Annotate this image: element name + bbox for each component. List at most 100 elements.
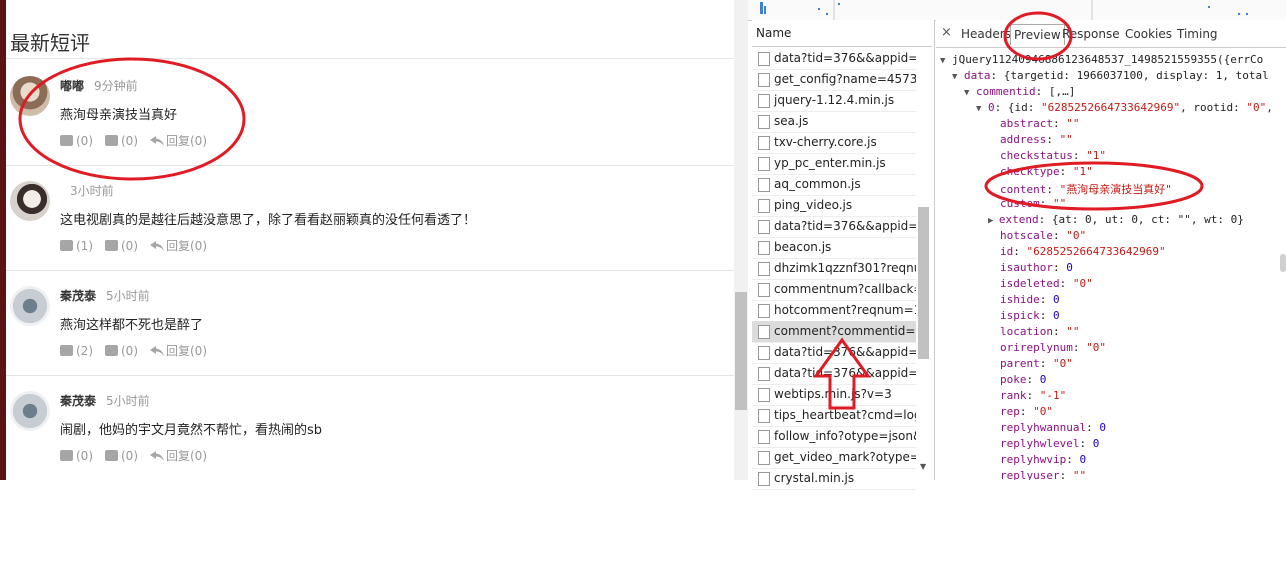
file-icon [758,220,770,234]
tree-field[interactable]: checkstatus: "1" [1000,149,1106,162]
tab-preview[interactable]: Preview [1010,24,1065,45]
request-list-scrollbar-thumb[interactable] [918,207,929,359]
request-row[interactable]: sea.js [752,111,916,133]
network-overview-timeline[interactable] [748,0,1286,21]
collapse-triangle-icon[interactable]: ▼ [952,72,957,82]
comment-text: 这电视剧真的是越往后越没意思了，除了看看赵丽颖真的没任何看透了！ [60,213,477,228]
request-row[interactable]: txv-cherry.core.js [752,132,916,154]
collapse-triangle-icon[interactable]: ▼ [976,104,981,114]
tree-field[interactable]: parent: "0" [1000,357,1073,370]
tab-response[interactable]: Response [1062,27,1120,41]
request-row[interactable]: ping_video.js [752,195,916,217]
reply-button[interactable]: 回复(0) [150,342,207,359]
request-row[interactable]: get_config?name=45732... [752,69,916,91]
reply-button[interactable]: 回复(0) [150,132,207,149]
reply-button[interactable]: 回复(0) [150,447,207,464]
like-button[interactable]: (0) [60,449,93,463]
tree-root[interactable]: ▼ jQuery11240946886123648537_14985215593… [940,53,1263,66]
field-key: address [1000,133,1047,146]
tree-field[interactable]: isdeleted: "0" [1000,277,1093,290]
expand-triangle-icon[interactable]: ▶ [988,216,999,226]
request-row[interactable]: jquery-1.12.4.min.js [752,90,916,112]
dislike-count: (0) [121,133,138,148]
comment-username[interactable]: 秦茂泰 [60,287,96,304]
collapse-triangle-icon[interactable]: ▼ [964,88,969,98]
like-button[interactable]: (2) [60,344,93,358]
tree-field[interactable]: ▶ extend: {at: 0, ut: 0, ct: "", wt: 0} [988,213,1244,226]
reply-button[interactable]: 回复(0) [150,237,207,254]
tree-node-data[interactable]: ▼ data: {targetid: 1966037100, display: … [952,69,1269,82]
avatar[interactable] [10,181,50,221]
tree-node-item-0[interactable]: ▼ 0: {id: "6285252664733642969", rootid:… [976,101,1273,114]
collapse-triangle-icon[interactable]: ▼ [940,56,945,66]
tree-field[interactable]: rank: "-1" [1000,389,1066,402]
tree-field[interactable]: poke: 0 [1000,373,1046,386]
request-row[interactable]: crystal.min.js [752,468,916,490]
avatar[interactable] [10,286,50,326]
tab-timing[interactable]: Timing [1177,27,1218,41]
tree-field[interactable]: location: "" [1000,325,1079,338]
request-row[interactable]: get_video_mark?otype=j... [752,447,916,469]
field-value: 0 [1053,309,1060,322]
tree-field[interactable]: content: "燕洵母亲演技当真好" [1000,181,1172,197]
request-row[interactable]: data?tid=376&&appid=2... [752,48,916,70]
close-icon[interactable]: × [941,25,952,40]
request-row[interactable]: data?tid=376&&appid=2... [752,216,916,238]
request-row[interactable]: beacon.js [752,237,916,259]
request-row[interactable]: webtips.min.js?v=3 [752,384,916,406]
request-row[interactable]: yp_pc_enter.min.js [752,153,916,175]
field-value: 0 [1099,421,1106,434]
tree-field[interactable]: replyhwvip: 0 [1000,453,1086,466]
request-row[interactable]: data?tid=376&&appid=2... [752,363,916,385]
tree-field[interactable]: hotscale: "0" [1000,229,1086,242]
request-row[interactable]: commentnum?callback=... [752,279,916,301]
request-row[interactable]: dhzimk1qzznf301?reqnu... [752,258,916,280]
scroll-down-icon[interactable]: ▼ [920,462,926,471]
dislike-button[interactable]: (0) [105,134,138,148]
tree-field[interactable]: id: "6285252664733642969" [1000,245,1166,258]
request-row[interactable]: tips_heartbeat?cmd=logi... [752,405,916,427]
comment-time: 3小时前 [70,184,114,198]
request-name: data?tid=376&&appid=2... [774,345,916,359]
dislike-button[interactable]: (0) [105,344,138,358]
tree-field[interactable]: replyhwlevel: 0 [1000,437,1099,450]
thumbs-down-icon [105,240,118,251]
request-name: txv-cherry.core.js [774,135,877,149]
field-key: hotscale [1000,229,1053,242]
file-icon [758,283,770,297]
dislike-button[interactable]: (0) [105,449,138,463]
tree-field[interactable]: custom: "" [1000,197,1066,210]
avatar[interactable] [10,76,50,116]
avatar[interactable] [10,391,50,431]
tree-field[interactable]: address: "" [1000,133,1073,146]
file-icon [758,73,770,87]
tree-field[interactable]: ishide: 0 [1000,293,1060,306]
tree-field[interactable]: ispick: 0 [1000,309,1060,322]
page-scrollbar-thumb[interactable] [735,292,747,410]
like-button[interactable]: (0) [60,134,93,148]
request-row[interactable]: hotcomment?reqnum=1... [752,300,916,322]
comment-username[interactable]: 嘟嘟 [60,77,84,94]
request-row[interactable]: follow_info?otype=json&... [752,426,916,448]
tree-field[interactable]: orireplynum: "0" [1000,341,1106,354]
request-row[interactable]: comment?commentid=0... [752,321,916,343]
file-icon [758,199,770,213]
tree-field[interactable]: replyuser: "" [1000,469,1086,480]
comment-time: 5小时前 [106,289,150,303]
like-button[interactable]: (1) [60,239,93,253]
tree-field[interactable]: replyhwannual: 0 [1000,421,1106,434]
comment-username[interactable]: 秦茂泰 [60,392,96,409]
dislike-button[interactable]: (0) [105,239,138,253]
request-row[interactable]: data?tid=376&&appid=2... [752,342,916,364]
tab-cookies[interactable]: Cookies [1125,27,1172,41]
request-name: ping_video.js [774,198,853,212]
tree-field[interactable]: abstract: "" [1000,117,1079,130]
tree-field[interactable]: isauthor: 0 [1000,261,1073,274]
request-row[interactable]: aq_common.js [752,174,916,196]
window-edge-handle[interactable] [1280,254,1286,272]
tab-headers[interactable]: Headers [961,27,1011,41]
tree-field[interactable]: checktype: "1" [1000,165,1093,178]
name-column-header[interactable]: Name [752,20,932,47]
tree-field[interactable]: rep: "0" [1000,405,1053,418]
tree-node-commentid[interactable]: ▼ commentid: [,…] [964,85,1075,98]
